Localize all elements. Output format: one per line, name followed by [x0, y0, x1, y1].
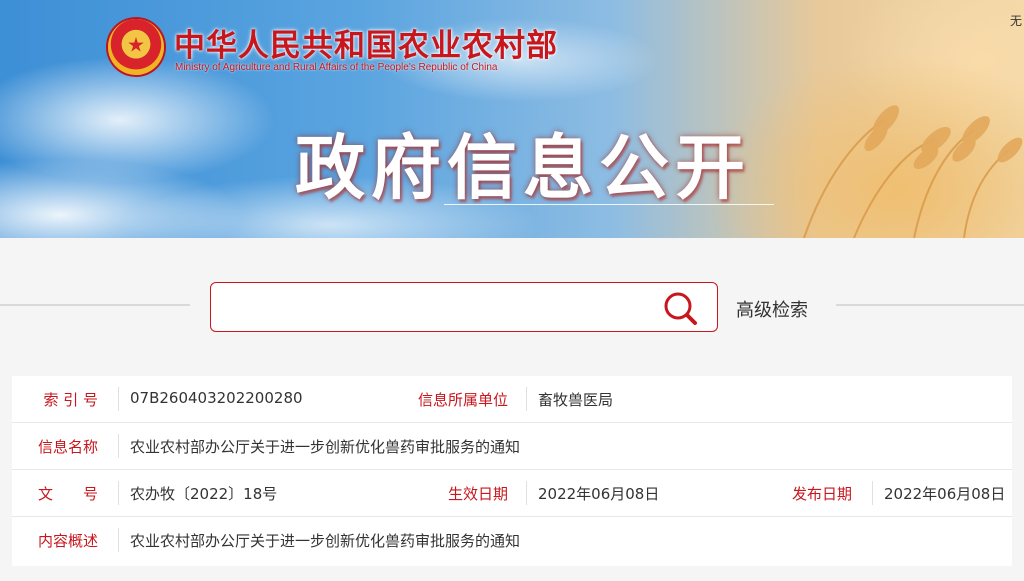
search-input[interactable]	[223, 293, 643, 321]
summary-value: 农业农村部办公厅关于进一步创新优化兽药审批服务的通知	[130, 532, 521, 550]
divider	[872, 481, 873, 505]
name-label: 信息名称	[37, 438, 98, 456]
national-emblem-icon	[108, 19, 164, 75]
divider-right	[836, 304, 1024, 306]
doc-number-value: 农办牧〔2022〕18号	[130, 485, 278, 503]
table-row: 内容概述 农业农村部办公厅关于进一步创新优化兽药审批服务的通知	[12, 517, 1012, 564]
doc-number-label: 文 号	[37, 485, 98, 503]
name-value[interactable]: 农业农村部办公厅关于进一步创新优化兽药审批服务的通知	[130, 436, 520, 457]
table-row: 信息名称 农业农村部办公厅关于进一步创新优化兽药审批服务的通知	[12, 423, 1012, 470]
page-title: 政府信息公开	[295, 127, 751, 209]
index-value: 07B260403202200280	[130, 389, 303, 407]
table-row: 索 引 号 07B260403202200280 信息所属单位 畜牧兽医局	[12, 376, 1012, 423]
advanced-search-link[interactable]: 高级检索	[736, 296, 808, 322]
unit-label: 信息所属单位	[417, 391, 508, 409]
ministry-name-en: Ministry of Agriculture and Rural Affair…	[175, 62, 498, 73]
publish-date-label: 发布日期	[791, 485, 852, 503]
search-box[interactable]	[210, 282, 718, 332]
divider	[118, 434, 119, 458]
summary-label: 内容概述	[37, 532, 98, 550]
top-right-link[interactable]: 无	[1010, 12, 1022, 29]
index-label: 索 引 号	[43, 391, 98, 409]
divider-left	[0, 304, 190, 306]
divider	[118, 528, 119, 552]
effective-date-value: 2022年06月08日	[538, 485, 660, 503]
search-button[interactable]	[660, 288, 700, 328]
search-icon[interactable]	[660, 288, 700, 328]
divider	[526, 481, 527, 505]
header-banner: 中华人民共和国农业农村部 Ministry of Agriculture and…	[0, 0, 1024, 238]
effective-date-label: 生效日期	[447, 485, 508, 503]
publish-date-value: 2022年06月08日	[884, 485, 1006, 503]
info-table: 索 引 号 07B260403202200280 信息所属单位 畜牧兽医局 信息…	[12, 376, 1012, 566]
title-underline	[444, 204, 774, 205]
divider	[118, 387, 119, 411]
divider	[526, 387, 527, 411]
table-row: 文 号 农办牧〔2022〕18号 生效日期 2022年06月08日 发布日期 2…	[12, 470, 1012, 517]
divider	[118, 481, 119, 505]
unit-value: 畜牧兽医局	[538, 391, 614, 409]
ministry-name-cn[interactable]: 中华人民共和国农业农村部	[174, 20, 558, 65]
wheat-illustration	[803, 105, 1023, 238]
